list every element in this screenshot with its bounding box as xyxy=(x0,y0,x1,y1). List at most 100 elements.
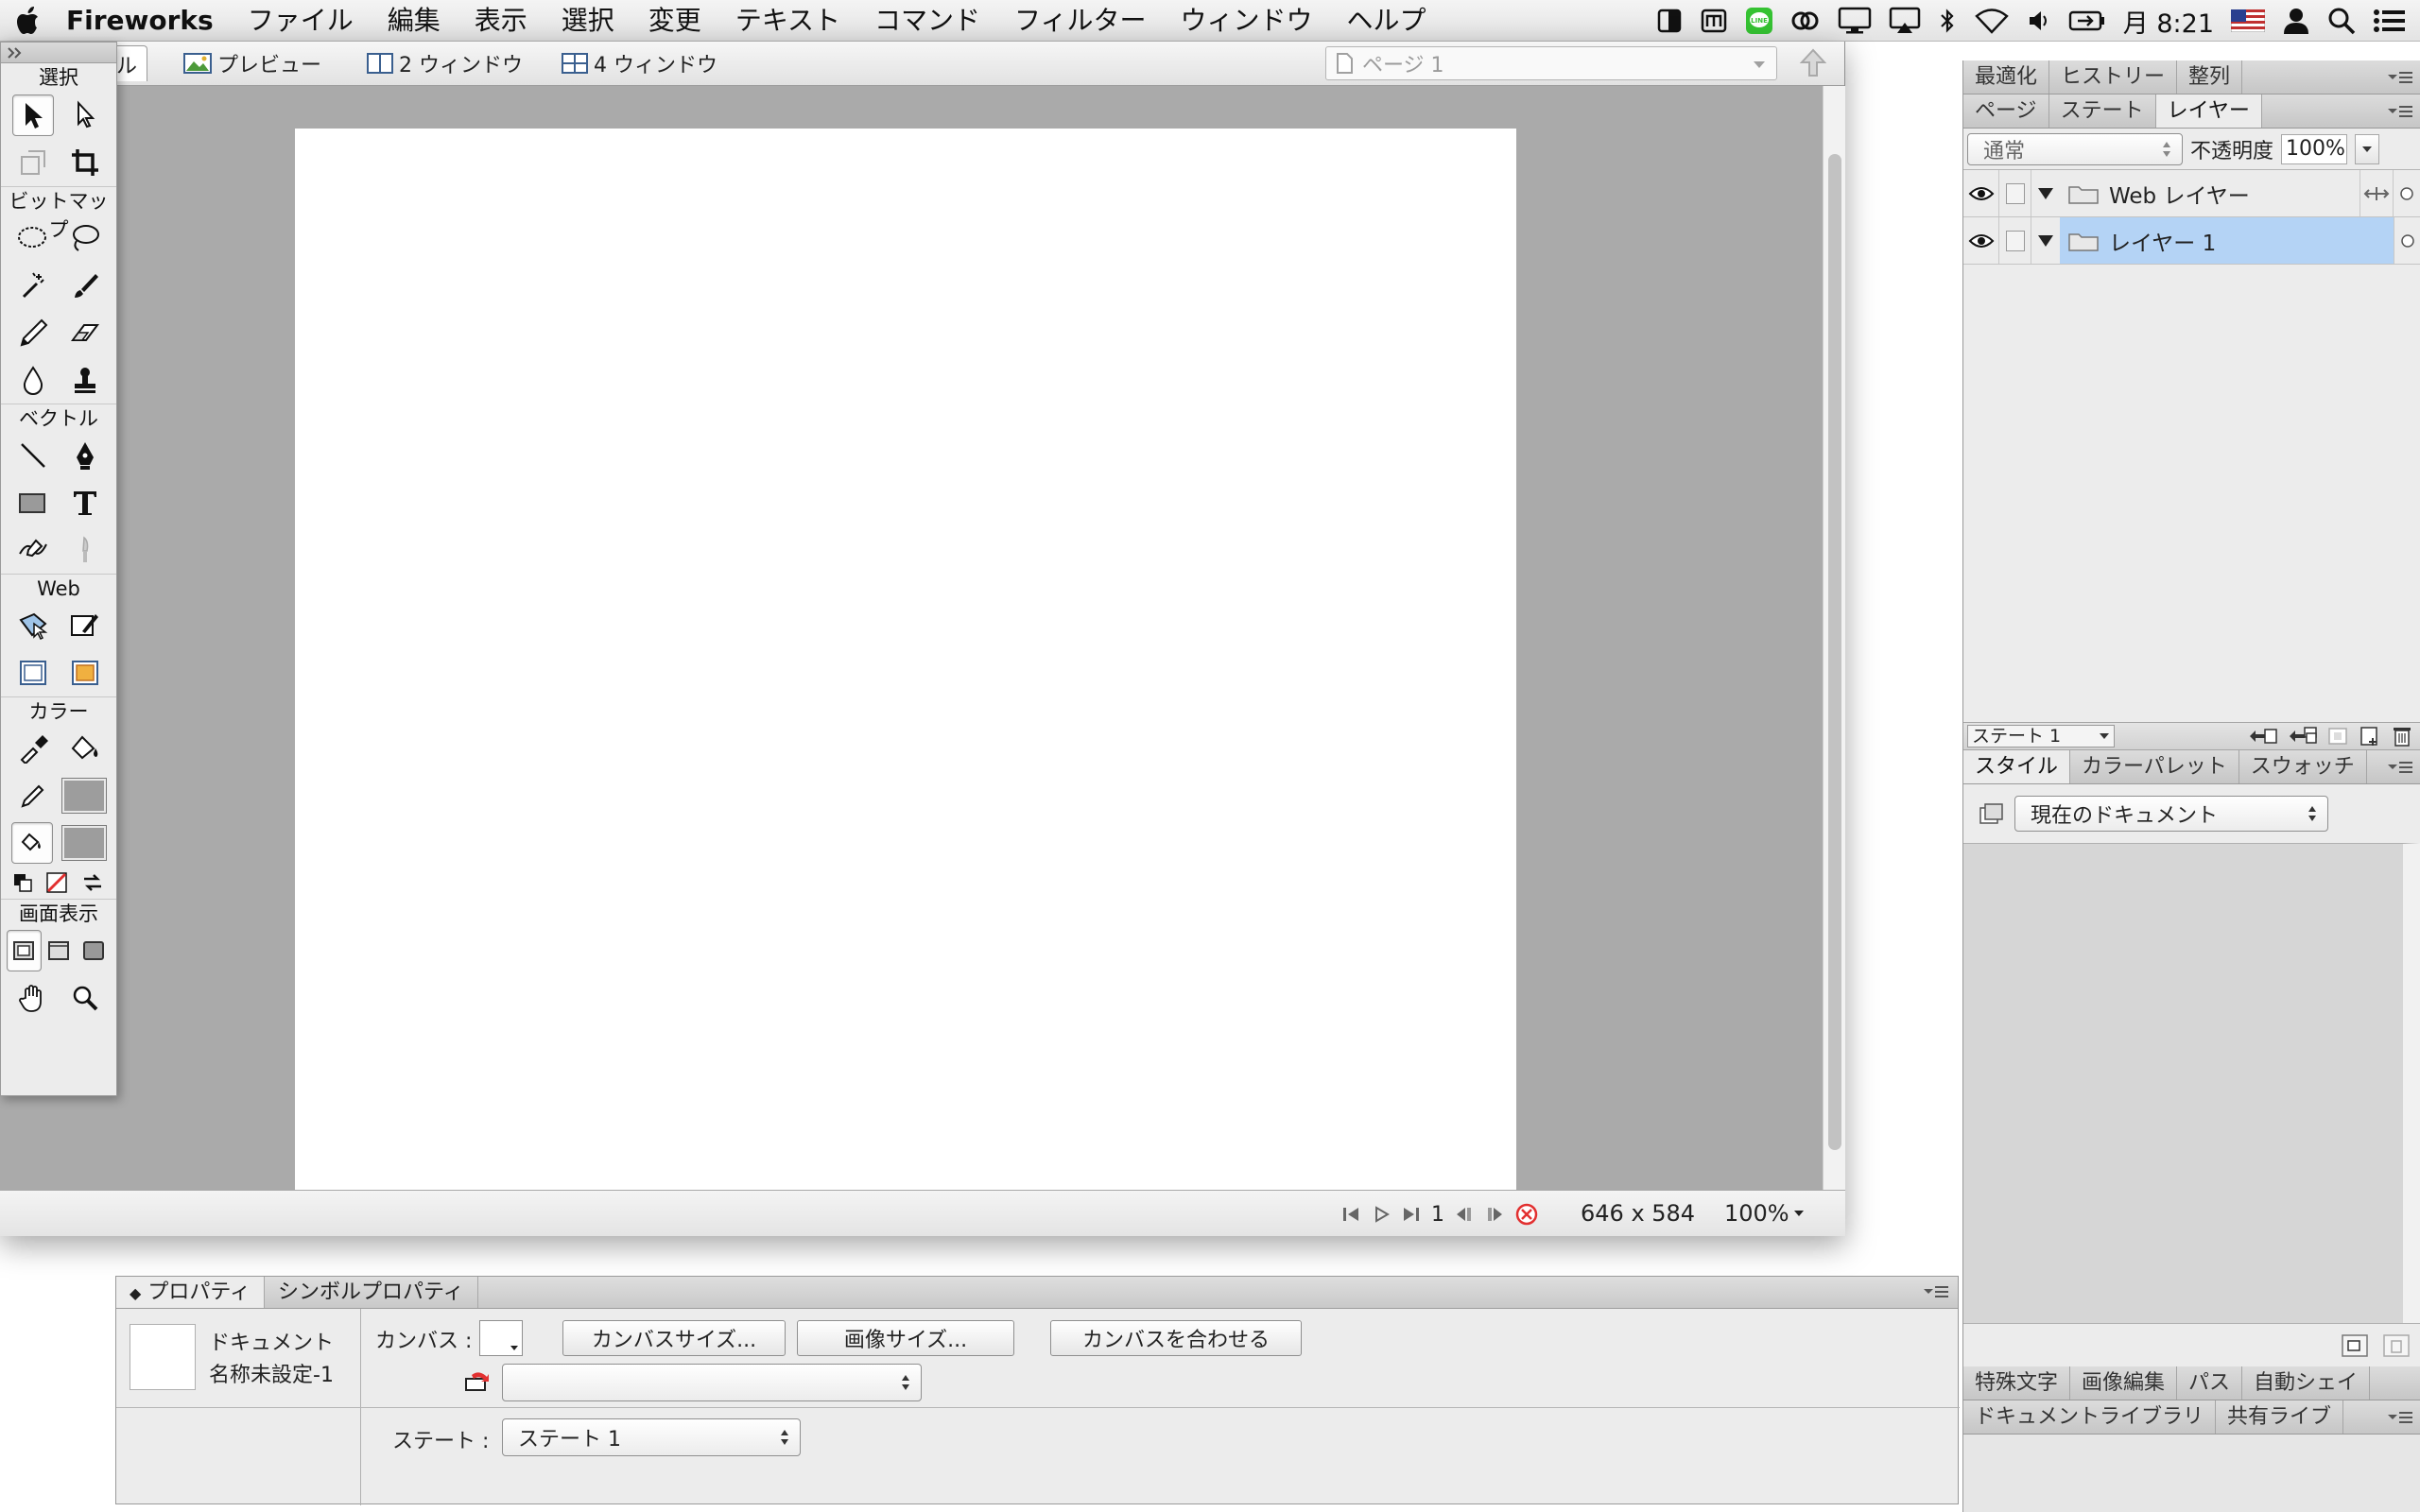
tab-2-up[interactable]: 2 ウィンドウ xyxy=(367,45,523,81)
tab-layers[interactable]: レイヤー xyxy=(2155,94,2262,128)
canvas-color-swatch[interactable] xyxy=(479,1320,523,1356)
volume-icon[interactable] xyxy=(2027,8,2051,34)
canvas-area[interactable] xyxy=(0,86,1823,1190)
layer-lock-toggle[interactable] xyxy=(1999,170,2031,216)
vertical-scrollbar[interactable] xyxy=(1823,86,1845,1190)
layers-panel-menu-icon[interactable] xyxy=(2386,102,2414,121)
styles-panel-menu-icon[interactable] xyxy=(2386,758,2414,777)
notification-center-icon[interactable] xyxy=(2373,8,2407,34)
tab-path[interactable]: パス xyxy=(2177,1366,2243,1400)
delete-style-trash-icon[interactable] xyxy=(2382,1333,2411,1358)
tab-shared-library[interactable]: 共有ライブ xyxy=(2216,1400,2344,1434)
tab-document-library[interactable]: ドキュメントライブラリ xyxy=(1963,1400,2217,1434)
trash-icon[interactable] xyxy=(2390,725,2414,747)
exit-bitmap-mode-icon[interactable] xyxy=(1514,1202,1539,1227)
default-colors-icon[interactable] xyxy=(12,872,33,893)
slice-tool[interactable] xyxy=(64,605,106,646)
lasso-tool[interactable] xyxy=(64,217,106,259)
canvas-rotate-select[interactable] xyxy=(502,1364,922,1401)
no-color-icon[interactable] xyxy=(45,871,68,894)
menu-view[interactable]: 表示 xyxy=(458,0,544,42)
tab-optimize[interactable]: 最適化 xyxy=(1963,60,2050,94)
first-frame-icon[interactable] xyxy=(1340,1204,1361,1225)
line-app-icon[interactable]: LINE xyxy=(1745,7,1773,35)
menu-commands[interactable]: コマンド xyxy=(857,0,997,42)
new-layer-icon[interactable] xyxy=(2358,725,2382,747)
styles-preview-area[interactable] xyxy=(1963,843,2420,1323)
display-icon[interactable] xyxy=(1838,7,1872,35)
new-bitmap-image-icon[interactable] xyxy=(2246,725,2278,747)
tab-states[interactable]: ステート xyxy=(2049,94,2156,128)
full-screen-menus-mode-button[interactable] xyxy=(42,930,77,971)
spotlight-search-icon[interactable] xyxy=(2327,7,2356,35)
blur-tool[interactable] xyxy=(12,359,54,401)
zoom-tool[interactable] xyxy=(64,977,106,1019)
canvas-rotate-icon[interactable] xyxy=(462,1367,494,1396)
hand-tool[interactable] xyxy=(12,977,54,1019)
crop-tool[interactable] xyxy=(64,142,106,183)
sidebar-toggle-icon[interactable] xyxy=(1656,8,1683,34)
layer-expand-toggle[interactable] xyxy=(2031,217,2060,264)
tab-properties[interactable]: ◆ プロパティ xyxy=(116,1277,265,1308)
input-source-flag-icon[interactable] xyxy=(2231,9,2265,32)
subselection-tool[interactable] xyxy=(64,94,106,136)
menu-text[interactable]: テキスト xyxy=(718,0,857,42)
apple-menu-icon[interactable] xyxy=(4,5,55,37)
fill-color-swatch[interactable] xyxy=(61,825,107,861)
menubar-clock[interactable]: 月 8:21 xyxy=(2123,3,2214,40)
text-tool[interactable] xyxy=(64,482,106,524)
translator-icon[interactable] xyxy=(1700,8,1728,34)
layer-expand-toggle[interactable] xyxy=(2031,170,2060,216)
panel-options-menu-icon[interactable] xyxy=(1922,1282,1950,1301)
collapse-arrows-icon[interactable] xyxy=(7,46,24,60)
battery-icon[interactable] xyxy=(2068,9,2106,33)
layers-list-empty-area[interactable] xyxy=(1963,265,2420,722)
tab-image-editing[interactable]: 画像編集 xyxy=(2070,1366,2178,1400)
state-select[interactable]: ステート 1 xyxy=(502,1418,801,1456)
library-panel-menu-icon[interactable] xyxy=(2386,1408,2414,1427)
bluetooth-icon[interactable] xyxy=(1938,7,1957,35)
stroke-color-swatch[interactable] xyxy=(61,778,107,814)
canvas-size-button[interactable]: カンバスサイズ... xyxy=(562,1320,786,1356)
standard-screen-mode-button[interactable] xyxy=(7,930,42,971)
tab-pages[interactable]: ページ xyxy=(1963,94,2049,128)
swap-colors-icon[interactable] xyxy=(80,871,105,894)
stroke-color-tool[interactable] xyxy=(11,775,53,816)
tab-preview[interactable]: プレビュー xyxy=(183,45,321,81)
user-icon[interactable] xyxy=(2282,7,2310,35)
knife-tool[interactable] xyxy=(64,529,106,571)
tab-auto-shape[interactable]: 自動シェイ xyxy=(2242,1366,2371,1400)
tab-swatches[interactable]: スウォッチ xyxy=(2239,750,2367,783)
fit-canvas-button[interactable]: カンバスを合わせる xyxy=(1050,1320,1302,1356)
layer-share-icon[interactable] xyxy=(2360,170,2394,216)
tab-styles[interactable]: スタイル xyxy=(1963,750,2071,783)
scrollbar-thumb[interactable] xyxy=(1828,154,1841,1150)
marquee-tool[interactable] xyxy=(12,217,54,259)
page-up-button[interactable] xyxy=(1794,47,1832,79)
tab-history[interactable]: ヒストリー xyxy=(2049,60,2178,94)
footer-state-select[interactable]: ステート 1 xyxy=(1967,725,2115,747)
freeform-tool[interactable] xyxy=(12,529,54,571)
airplay-icon[interactable] xyxy=(1889,7,1921,35)
blend-mode-select[interactable]: 通常 xyxy=(1967,132,2183,165)
tab-symbol-properties[interactable]: シンボルプロパティ xyxy=(265,1277,478,1308)
hotspot-tool[interactable] xyxy=(12,605,54,646)
styles-library-select[interactable]: 現在のドキュメント xyxy=(2014,796,2328,832)
tools-panel-header[interactable] xyxy=(1,43,116,63)
image-size-button[interactable]: 画像サイズ... xyxy=(797,1320,1014,1356)
opacity-input[interactable]: 100% xyxy=(2281,133,2348,164)
layer-lock-toggle[interactable] xyxy=(1999,217,2031,264)
eyedropper-tool[interactable] xyxy=(12,728,54,769)
pointer-tool[interactable] xyxy=(11,94,54,136)
brush-tool[interactable] xyxy=(64,265,106,306)
pen-tool[interactable] xyxy=(64,435,106,476)
rubber-stamp-tool[interactable] xyxy=(64,359,106,401)
layer-selection-indicator[interactable] xyxy=(2394,170,2420,216)
menu-app-name[interactable]: Fireworks xyxy=(55,0,231,42)
layer-visibility-toggle[interactable] xyxy=(1963,170,1999,216)
layer-selection-indicator[interactable] xyxy=(2394,217,2420,264)
menu-window[interactable]: ウィンドウ xyxy=(1163,0,1329,42)
tab-align[interactable]: 整列 xyxy=(2177,60,2243,94)
menu-filters[interactable]: フィルター xyxy=(997,0,1163,42)
paint-bucket-tool[interactable] xyxy=(64,728,106,769)
